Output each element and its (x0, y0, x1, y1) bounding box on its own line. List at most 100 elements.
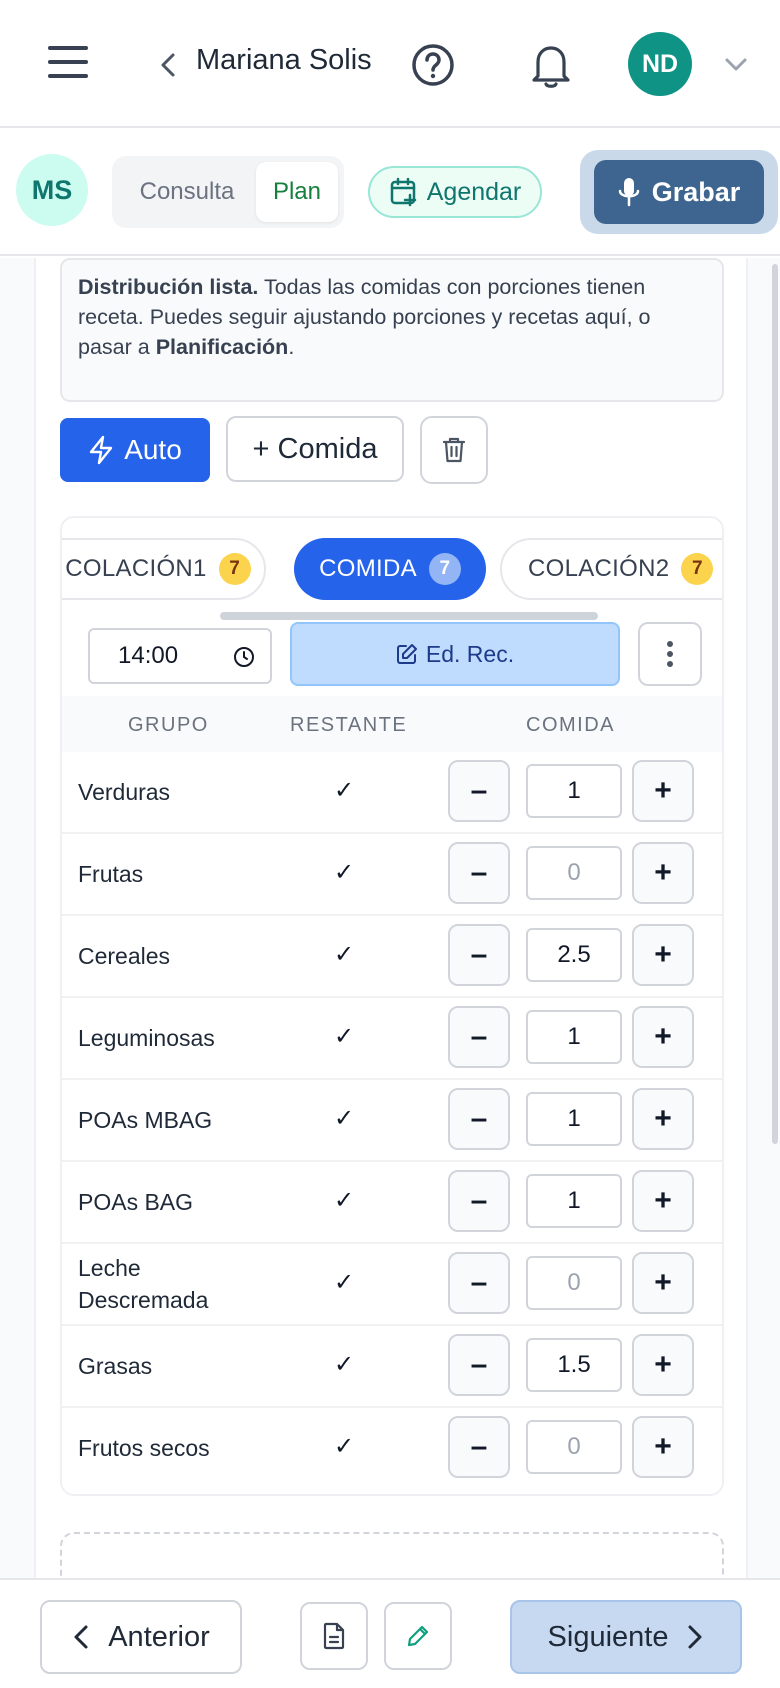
increment-button[interactable]: + (632, 1416, 694, 1478)
remaining-check: ✓ (334, 1351, 355, 1378)
edit-recipe-button[interactable]: Ed. Rec. (290, 622, 620, 686)
decrement-button[interactable]: – (448, 924, 510, 986)
document-icon (323, 1622, 345, 1650)
next-button[interactable]: Siguiente (510, 1600, 742, 1674)
decrement-button[interactable]: – (448, 760, 510, 822)
decrement-button[interactable]: – (448, 1006, 510, 1068)
table-header: GRUPO RESTANTE COMIDA (62, 696, 722, 752)
remaining-check: ✓ (334, 1433, 355, 1460)
schedule-button[interactable]: Agendar (368, 166, 542, 218)
status-message: Distribución lista. Todas las comidas co… (60, 258, 724, 402)
record-button-focus-ring: Grabar (580, 150, 778, 234)
delete-button[interactable] (420, 416, 488, 484)
record-button[interactable]: Grabar (594, 160, 764, 224)
auto-button[interactable]: Auto (60, 418, 210, 482)
table-row: Frutas ✓ – 0 + (62, 834, 722, 916)
increment-button[interactable]: + (632, 924, 694, 986)
portion-input[interactable]: 0 (526, 1420, 622, 1474)
tab-comida[interactable]: COMIDA 7 (294, 538, 486, 600)
top-app-bar: Mariana Solis ND (0, 0, 780, 128)
tab-count-badge: 7 (681, 553, 714, 585)
decrement-button[interactable]: – (448, 1088, 510, 1150)
food-group-name: Frutas (78, 861, 144, 887)
decrement-button[interactable]: – (448, 1252, 510, 1314)
increment-button[interactable]: + (632, 1170, 694, 1232)
meal-time-input[interactable]: 14:00 (88, 628, 272, 684)
remaining-check: ✓ (334, 859, 355, 886)
portion-input[interactable]: 1.5 (526, 1338, 622, 1392)
bottom-navigation: Anterior Siguiente (0, 1578, 780, 1688)
page-scrollbar[interactable] (772, 264, 778, 1144)
chevron-down-icon[interactable] (722, 52, 750, 76)
column-header-group: GRUPO (128, 714, 209, 736)
increment-button[interactable]: + (632, 842, 694, 904)
add-section-placeholder[interactable] (60, 1532, 724, 1578)
tab-label: COLACIÓN1 (65, 555, 207, 582)
chevron-right-icon (688, 1625, 702, 1649)
meal-card: COLACIÓN1 7 COMIDA 7 COLACIÓN2 7 14:00 E… (60, 516, 724, 1496)
table-row: POAs MBAG ✓ – 1 + (62, 1080, 722, 1162)
mode-segmented-control: Consulta Plan (112, 156, 344, 228)
increment-button[interactable]: + (632, 1088, 694, 1150)
tab-label: COLACIÓN2 (528, 555, 670, 582)
increment-button[interactable]: + (632, 760, 694, 822)
auto-label: Auto (124, 434, 182, 465)
portion-input[interactable]: 1 (526, 1174, 622, 1228)
food-group-name: Frutos secos (78, 1435, 210, 1461)
status-link-planificacion: Planificación (155, 335, 289, 359)
table-row: Frutos secos ✓ – 0 + (62, 1408, 722, 1490)
more-options-button[interactable] (638, 622, 702, 686)
table-row: Leche Descremada ✓ – 0 + (62, 1244, 722, 1326)
portion-input[interactable]: 1 (526, 1092, 622, 1146)
food-group-name: Grasas (78, 1353, 153, 1379)
remaining-check: ✓ (334, 777, 355, 804)
user-avatar[interactable]: ND (628, 32, 692, 96)
increment-button[interactable]: + (632, 1334, 694, 1396)
portion-input[interactable]: 2.5 (526, 928, 622, 982)
patient-avatar: MS (16, 154, 88, 226)
table-row: Cereales ✓ – 2.5 + (62, 916, 722, 998)
tab-colacion1[interactable]: COLACIÓN1 7 (62, 538, 266, 600)
column-header-meal: COMIDA (526, 714, 615, 736)
status-lead: Distribución lista. (78, 275, 259, 299)
clock-icon[interactable] (232, 645, 256, 669)
lightning-icon (89, 435, 113, 465)
increment-button[interactable]: + (632, 1006, 694, 1068)
portion-input[interactable]: 0 (526, 1256, 622, 1310)
portion-input[interactable]: 0 (526, 846, 622, 900)
decrement-button[interactable]: – (448, 1416, 510, 1478)
segment-consulta[interactable]: Consulta (118, 162, 256, 222)
tab-count-badge: 7 (428, 553, 461, 585)
remaining-check: ✓ (334, 1269, 355, 1296)
trash-icon (442, 437, 466, 463)
main-content: Distribución lista. Todas las comidas co… (0, 258, 780, 1578)
bell-icon[interactable] (526, 40, 576, 90)
decrement-button[interactable]: – (448, 842, 510, 904)
table-row: Grasas ✓ – 1.5 + (62, 1326, 722, 1408)
previous-button[interactable]: Anterior (40, 1600, 242, 1674)
chevron-left-icon[interactable] (155, 48, 183, 82)
tabs-scrollbar[interactable] (220, 612, 598, 620)
segment-plan[interactable]: Plan (256, 162, 338, 222)
increment-button[interactable]: + (632, 1252, 694, 1314)
remaining-check: ✓ (334, 1187, 355, 1214)
add-meal-button[interactable]: + Comida (226, 416, 404, 482)
menu-icon[interactable] (48, 46, 88, 80)
record-label: Grabar (651, 176, 741, 207)
table-row: Leguminosas ✓ – 1 + (62, 998, 722, 1080)
table-row: POAs BAG ✓ – 1 + (62, 1162, 722, 1244)
document-button[interactable] (300, 1602, 368, 1670)
tab-colacion2[interactable]: COLACIÓN2 7 (500, 538, 722, 600)
portion-input[interactable]: 1 (526, 764, 622, 818)
decrement-button[interactable]: – (448, 1170, 510, 1232)
decrement-button[interactable]: – (448, 1334, 510, 1396)
edit-button[interactable] (384, 1602, 452, 1670)
edit-recipe-label: Ed. Rec. (425, 640, 515, 667)
microphone-icon (618, 178, 639, 207)
portion-input[interactable]: 1 (526, 1010, 622, 1064)
calendar-add-icon (390, 177, 416, 207)
patient-name[interactable]: Mariana Solis (196, 44, 372, 77)
tab-count-badge: 7 (218, 553, 251, 585)
help-icon[interactable] (410, 42, 456, 88)
food-group-name: POAs MBAG (78, 1107, 213, 1133)
